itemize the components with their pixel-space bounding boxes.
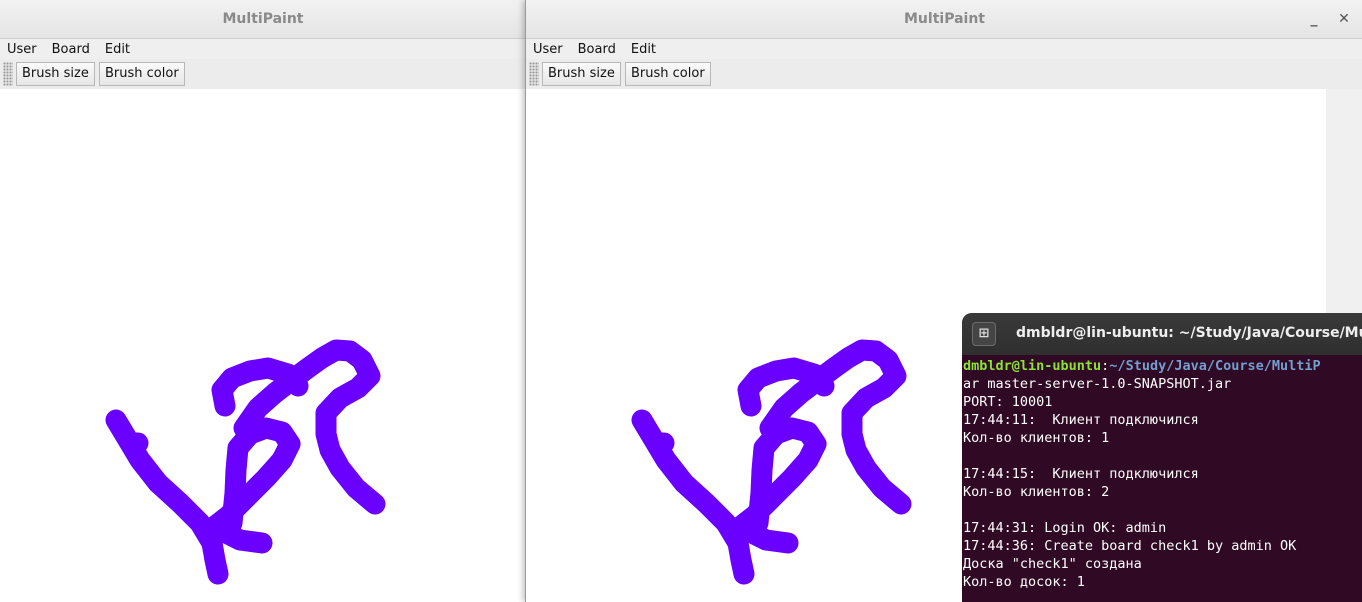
toolbar: Brush size Brush color bbox=[0, 59, 526, 90]
terminal-title: dmbldr@lin-ubuntu: ~/Study/Java/Course/M… bbox=[1016, 325, 1362, 341]
close-icon[interactable]: ✕ bbox=[1331, 0, 1357, 38]
brush-color-button[interactable]: Brush color bbox=[99, 62, 185, 86]
window-titlebar[interactable]: MultiPaint bbox=[0, 0, 526, 39]
menu-edit[interactable]: Edit bbox=[105, 42, 130, 57]
terminal-line: ar master-server-1.0-SNAPSHOT.jar bbox=[963, 376, 1232, 392]
multipaint-window-left: MultiPaint User Board Edit Brush size Br… bbox=[0, 0, 526, 602]
terminal-window: ⊞ dmbldr@lin-ubuntu: ~/Study/Java/Course… bbox=[962, 313, 1362, 602]
brush-stroke bbox=[725, 417, 827, 541]
terminal-lines: ar master-server-1.0-SNAPSHOT.jar PORT: … bbox=[963, 376, 1296, 590]
toolbar: Brush size Brush color bbox=[526, 59, 1362, 90]
menu-edit[interactable]: Edit bbox=[631, 42, 656, 57]
window-title: MultiPaint bbox=[222, 11, 304, 27]
terminal-line: Кол-во клиентов: 1 bbox=[963, 430, 1110, 446]
brush-size-button[interactable]: Brush size bbox=[542, 62, 621, 86]
drawing-canvas[interactable] bbox=[0, 89, 526, 602]
terminal-titlebar[interactable]: ⊞ dmbldr@lin-ubuntu: ~/Study/Java/Course… bbox=[962, 313, 1362, 355]
prompt-path: ~/Study/Java/Course/MultiP bbox=[1109, 358, 1321, 374]
brush-stroke bbox=[199, 417, 301, 541]
terminal-line: Кол-во досок: 1 bbox=[963, 574, 1085, 590]
terminal-output[interactable]: dmbldr@lin-ubuntu:~/Study/Java/Course/Mu… bbox=[962, 355, 1362, 591]
toolbar-grip-handle[interactable] bbox=[3, 62, 13, 86]
toolbar-grip-handle[interactable] bbox=[529, 62, 539, 86]
terminal-line: PORT: 10001 bbox=[963, 394, 1053, 410]
menu-board[interactable]: Board bbox=[578, 42, 616, 57]
terminal-line: 17:44:11: Клиент подключился bbox=[963, 412, 1199, 428]
brush-stroke bbox=[215, 522, 273, 554]
terminal-line: 17:44:31: Login OK: admin bbox=[963, 520, 1167, 536]
menu-board[interactable]: Board bbox=[52, 42, 90, 57]
terminal-line: Доска "check1" создана bbox=[963, 556, 1142, 572]
brush-color-button[interactable]: Brush color bbox=[625, 62, 711, 86]
brush-stroke bbox=[741, 522, 799, 554]
terminal-line: 17:44:15: Клиент подключился bbox=[963, 466, 1199, 482]
terminal-line: 17:44:36: Create board check1 by admin O… bbox=[963, 538, 1297, 554]
menu-user[interactable]: User bbox=[533, 42, 563, 57]
menu-user[interactable]: User bbox=[7, 42, 37, 57]
menu-bar: User Board Edit bbox=[526, 39, 1362, 59]
brush-strokes bbox=[105, 339, 386, 585]
window-titlebar[interactable]: MultiPaint _ ✕ bbox=[526, 0, 1362, 39]
window-title: MultiPaint bbox=[904, 11, 985, 27]
menu-bar: User Board Edit bbox=[0, 39, 526, 59]
terminal-line: Кол-во клиентов: 2 bbox=[963, 484, 1110, 500]
minimize-icon[interactable]: _ bbox=[1301, 0, 1327, 38]
prompt-user: dmbldr@lin-ubuntu bbox=[963, 358, 1102, 374]
brush-size-button[interactable]: Brush size bbox=[16, 62, 95, 86]
new-tab-icon[interactable]: ⊞ bbox=[972, 322, 996, 346]
